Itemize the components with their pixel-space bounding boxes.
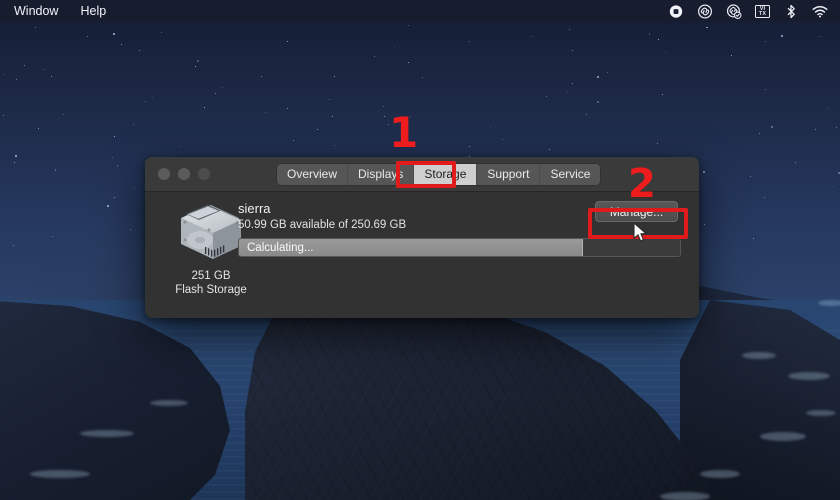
minimize-button[interactable]	[178, 168, 190, 180]
storage-progress-label: Calculating...	[247, 241, 314, 254]
creative-cloud-check-icon[interactable]	[726, 3, 742, 19]
tab-service[interactable]: Service	[540, 164, 601, 185]
zoom-button[interactable]	[198, 168, 210, 180]
disk-kind-label: Flash Storage	[175, 284, 247, 296]
creative-cloud-icon[interactable]	[697, 4, 713, 19]
tab-overview[interactable]: Overview	[277, 164, 349, 185]
storage-progress-fill: Calculating...	[239, 239, 583, 256]
volume-availability: 50.99 GB available of 250.69 GB	[238, 219, 407, 231]
bluetooth-icon[interactable]	[783, 4, 799, 19]
annotation-number-2: 2	[628, 161, 656, 207]
cliff-right	[680, 300, 840, 500]
storage-progress-bar: Calculating...	[238, 238, 681, 257]
volume-name: sierra	[238, 201, 271, 216]
tab-support[interactable]: Support	[477, 164, 541, 185]
menu-item-window[interactable]: Window	[0, 0, 69, 22]
annotation-number-1: 1	[389, 108, 419, 157]
traffic-lights	[158, 168, 210, 180]
menu-bar: Window Help VI TX	[0, 0, 840, 22]
vitx-icon[interactable]: VI TX	[755, 4, 770, 18]
wifi-icon[interactable]	[812, 4, 828, 19]
hard-disk-icon	[181, 205, 241, 259]
menu-item-help[interactable]: Help	[69, 0, 117, 22]
disk-capacity-label: 251 GB	[191, 270, 231, 282]
record-stop-icon[interactable]	[668, 4, 684, 19]
close-button[interactable]	[158, 168, 170, 180]
mouse-cursor	[633, 222, 647, 242]
vitx-line-2: TX	[758, 10, 767, 17]
annotation-box-storage-tab	[396, 161, 456, 188]
menu-bar-status-area: VI TX	[668, 3, 840, 19]
